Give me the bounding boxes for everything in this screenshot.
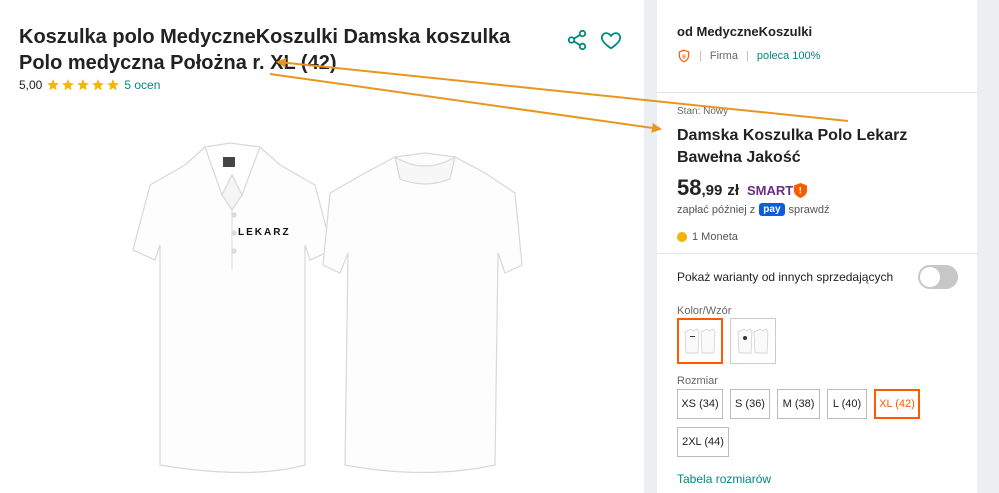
divider: [657, 92, 977, 93]
color-swatch-logo[interactable]: [730, 318, 776, 364]
size-chart-link[interactable]: Tabela rozmiarów: [677, 472, 771, 486]
price-integer: 58: [677, 175, 702, 200]
price-decimal: ,99: [701, 182, 723, 199]
rating-value: 5,00: [19, 78, 43, 92]
svg-text:S: S: [682, 54, 686, 60]
smart-icon: !: [794, 183, 808, 198]
smart-label: SMART: [747, 183, 794, 198]
seller-type: Firma: [709, 50, 738, 62]
size-option-s[interactable]: S (36): [730, 389, 770, 419]
pay-later-row: zapłać później z pay sprawdź: [677, 203, 829, 216]
svg-text:!: !: [799, 186, 802, 196]
paylater-prefix: zapłać później z: [677, 203, 756, 216]
star-icon: [77, 79, 90, 91]
rating-row: 5,00 5 ocen: [19, 78, 160, 92]
coin-icon: [677, 232, 687, 242]
other-sellers-variants: Pokaż warianty od innych sprzedających: [677, 270, 959, 284]
seller-meta: S | Firma | poleca 100%: [677, 49, 820, 63]
shirt-print-text: LEKARZ: [238, 227, 291, 238]
divider: [657, 253, 977, 254]
coins-row: 1 Moneta: [677, 231, 738, 243]
color-swatch-plain[interactable]: [677, 318, 723, 364]
price: 58 ,99 zł SMART !: [677, 175, 808, 201]
product-gallery-card: Koszulka polo MedyczneKoszulki Damska ko…: [0, 0, 644, 493]
variants-toggle[interactable]: [918, 265, 958, 289]
shirt-back: [322, 152, 523, 474]
shirt-thumbnail-icon: [684, 328, 716, 354]
paylater-check-link[interactable]: sprawdź: [789, 204, 830, 216]
share-icon[interactable]: [566, 29, 588, 51]
color-label: Kolor/Wzór: [677, 305, 732, 317]
shield-icon: S: [678, 49, 690, 63]
product-title: Koszulka polo MedyczneKoszulki Damska ko…: [19, 26, 511, 74]
collar-logo-icon: [223, 157, 235, 167]
separator: |: [699, 50, 702, 62]
variants-toggle-label: Pokaż warianty od innych sprzedających: [677, 270, 894, 284]
size-option-2xl[interactable]: 2XL (44): [677, 427, 729, 457]
seller-name[interactable]: od MedyczneKoszulki: [677, 24, 812, 39]
star-icon: [92, 79, 105, 91]
rating-stars: [46, 78, 120, 92]
star-icon: [47, 79, 60, 91]
star-icon: [107, 79, 120, 91]
toggle-knob: [920, 267, 940, 287]
price-currency: zł: [727, 182, 740, 199]
offer-panel: od MedyczneKoszulki S | Firma | poleca 1…: [657, 0, 977, 493]
star-icon: [62, 79, 75, 91]
smart-badge[interactable]: SMART !: [747, 183, 808, 198]
size-option-xs[interactable]: XS (34): [677, 389, 723, 419]
coins-label: 1 Moneta: [692, 231, 738, 243]
heart-icon[interactable]: [600, 29, 622, 51]
polo-shirt-illustration: LEKARZ: [132, 142, 523, 474]
shirt-front: [132, 142, 333, 474]
condition-label: Stan: Nowy: [677, 106, 729, 117]
size-label: Rozmiar: [677, 375, 718, 387]
seller-recommendation[interactable]: poleca 100%: [757, 50, 821, 62]
pay-badge: pay: [759, 203, 785, 216]
separator: |: [745, 50, 749, 62]
product-image[interactable]: LEKARZ: [110, 135, 530, 485]
offer-title: Damska Koszulka Polo Lekarz Bawełna Jako…: [677, 127, 908, 166]
size-option-m[interactable]: M (38): [777, 389, 820, 419]
shirt-thumbnail-icon: [737, 328, 769, 354]
size-option-xl[interactable]: XL (42): [874, 389, 920, 419]
reviews-link[interactable]: 5 ocen: [124, 78, 160, 92]
size-option-l[interactable]: L (40): [827, 389, 867, 419]
